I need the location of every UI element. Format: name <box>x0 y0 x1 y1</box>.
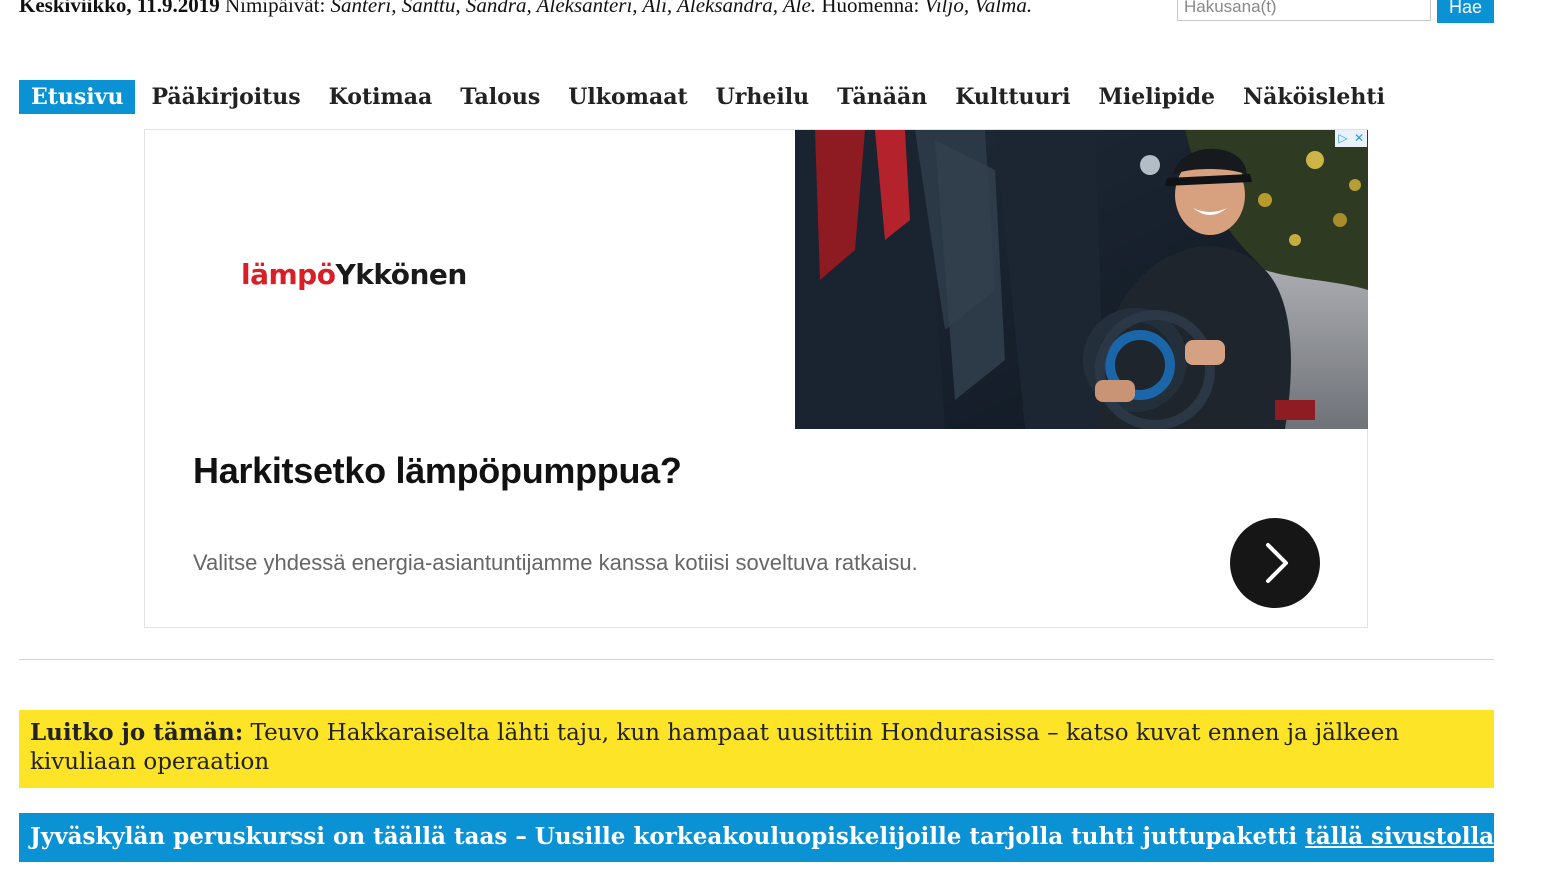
nav-item-tanaan[interactable]: Tänään <box>825 80 939 114</box>
chevron-right-icon <box>1266 543 1288 583</box>
nav-item-etusivu[interactable]: Etusivu <box>19 80 136 114</box>
nav-item-ulkomaat[interactable]: Ulkomaat <box>556 80 699 114</box>
date-line: Keskiviikko, 11.9.2019 Nimipäivät: Sante… <box>19 0 1079 20</box>
advertiser-logo[interactable]: lämpöYkkönen <box>241 258 467 291</box>
date-text: Keskiviikko, 11.9.2019 <box>19 0 220 17</box>
adchoices: ▷ ✕ <box>1335 130 1367 147</box>
nav-item-paakirjoitus[interactable]: Pääkirjoitus <box>139 80 312 114</box>
nav-item-talous[interactable]: Talous <box>448 80 552 114</box>
namedays-text: Santeri, Santtu, Sandra, Aleksanteri, Al… <box>330 0 817 17</box>
main-nav: Etusivu Pääkirjoitus Kotimaa Talous Ulko… <box>19 80 1401 114</box>
promo-link[interactable]: tällä sivustolla <box>1305 823 1494 850</box>
logo-part-2: Ykkönen <box>335 258 467 291</box>
tomorrow-text-2: Valma. <box>974 0 1033 17</box>
promo-banner: Jyväskylän peruskurssi on täällä taas – … <box>19 813 1502 862</box>
ad-description[interactable]: Valitse yhdessä energia-asiantuntijamme … <box>193 550 918 576</box>
ad-photo-graphic <box>795 130 1368 429</box>
advertisement[interactable]: lämpöYkkönen ▷ ✕ Harkitsetko lämpöpumppu… <box>144 129 1368 628</box>
search-button[interactable]: Hae <box>1437 0 1494 23</box>
nav-item-kotimaa[interactable]: Kotimaa <box>317 80 445 114</box>
ad-headline[interactable]: Harkitsetko lämpöpumppua? <box>193 450 682 492</box>
namedays-label: Nimipäivät: <box>224 0 326 17</box>
nav-item-mielipide[interactable]: Mielipide <box>1086 80 1227 114</box>
ad-photo[interactable]: ▷ ✕ <box>795 130 1368 429</box>
logo-part-1: lämpö <box>241 258 336 291</box>
promo-end: . <box>1494 823 1503 850</box>
tomorrow-text: Viljo, <box>924 0 970 17</box>
ad-close-icon[interactable]: ✕ <box>1351 130 1367 147</box>
tomorrow-label: Huomenna: <box>821 0 920 17</box>
nav-item-kulttuuri[interactable]: Kulttuuri <box>943 80 1082 114</box>
nav-item-urheilu[interactable]: Urheilu <box>704 80 821 114</box>
promo-text: Jyväskylän peruskurssi on täällä taas – … <box>30 823 1298 850</box>
search-input[interactable] <box>1177 0 1431 21</box>
nav-item-nakoislehti[interactable]: Näköislehti <box>1231 80 1397 114</box>
divider <box>19 659 1494 660</box>
highlight-label: Luitko jo tämän: <box>30 719 244 746</box>
ad-arrow-button[interactable] <box>1230 518 1320 608</box>
highlight-box[interactable]: Luitko jo tämän: Teuvo Hakkaraiselta läh… <box>19 710 1494 788</box>
adchoices-icon[interactable]: ▷ <box>1335 130 1351 147</box>
